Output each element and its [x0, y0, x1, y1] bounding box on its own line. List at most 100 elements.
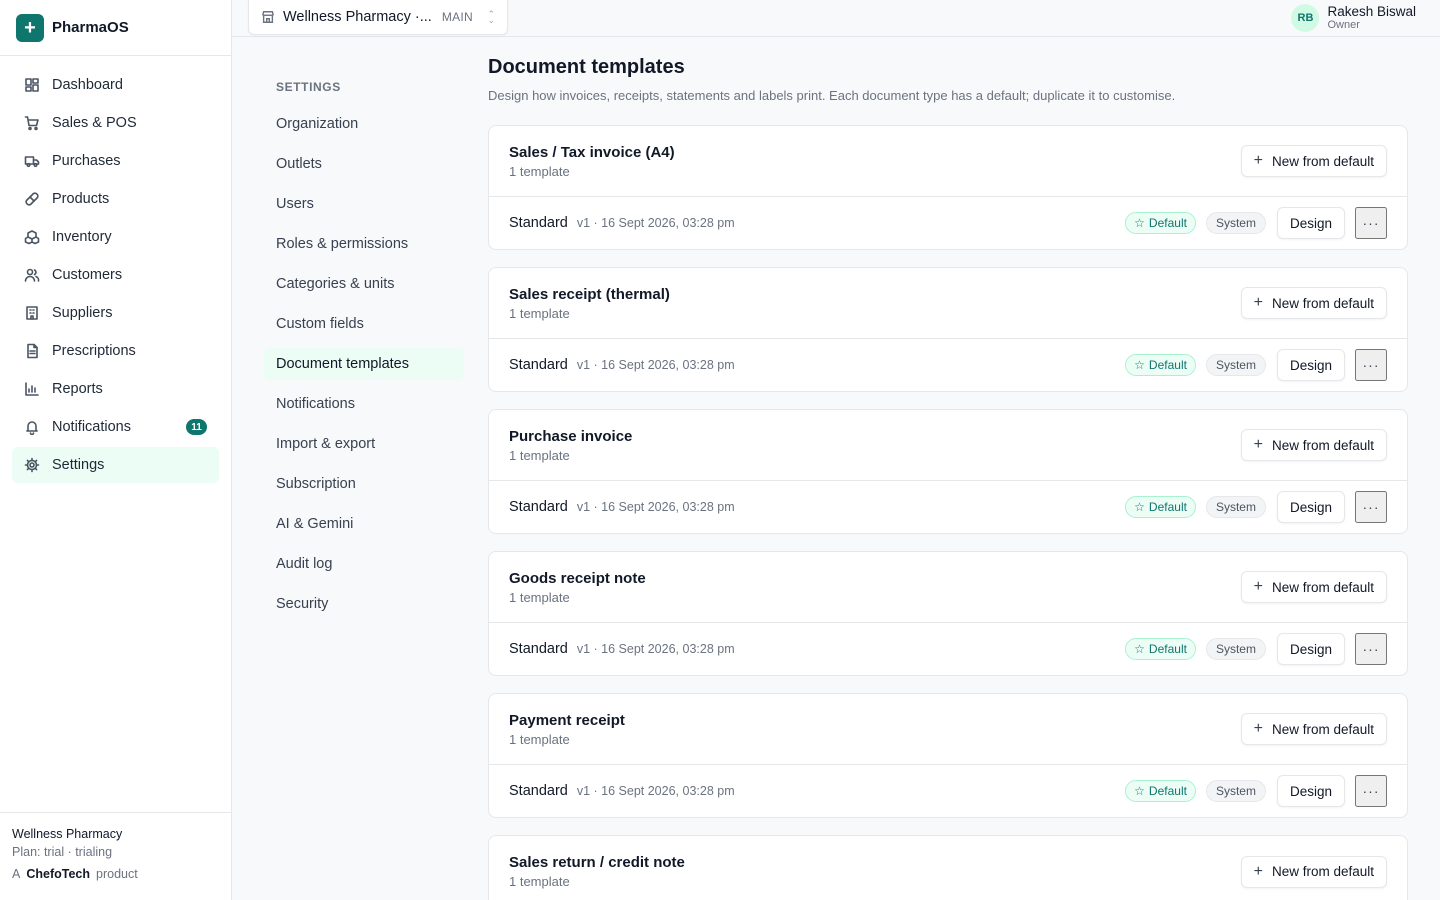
new-from-default-button[interactable]: + New from default [1240, 571, 1387, 603]
settings-item-document-templates[interactable]: Document templates [264, 348, 464, 380]
settings-item-users[interactable]: Users [264, 188, 464, 220]
settings-item-roles-permissions[interactable]: Roles & permissions [264, 228, 464, 260]
default-badge: ☆ Default [1125, 780, 1196, 802]
document-type-title: Goods receipt note [509, 569, 646, 587]
new-from-default-label: New from default [1271, 153, 1374, 169]
star-icon: ☆ [1134, 216, 1145, 230]
template-card: Sales receipt (thermal) 1 template + New fr… [488, 267, 1408, 392]
more-options-icon[interactable]: ··· [1355, 207, 1387, 239]
nav-item-suppliers[interactable]: Suppliers [12, 295, 219, 331]
template-name: Standard [509, 499, 568, 515]
more-options-icon[interactable]: ··· [1355, 775, 1387, 807]
design-button[interactable]: Design [1276, 207, 1345, 239]
nav-item-label: Notifications [52, 419, 131, 435]
nav-item-label: Dashboard [52, 77, 123, 93]
chevron-up-down-icon: ⌃ ⌄ [487, 9, 495, 25]
made-by-suffix: product [96, 867, 138, 881]
more-options-icon[interactable]: ··· [1355, 349, 1387, 381]
notification-count-badge: 11 [186, 419, 207, 435]
design-button[interactable]: Design [1276, 491, 1345, 523]
system-badge: System [1205, 354, 1266, 376]
template-row: Standard v1 · 16 Sept 2026, 03:28 pm ☆ Defa… [489, 623, 1407, 675]
default-badge-label: Default [1148, 642, 1187, 656]
new-from-default-button[interactable]: + New from default [1240, 713, 1387, 745]
design-button[interactable]: Design [1276, 349, 1345, 381]
nav-item-reports[interactable]: Reports [12, 371, 219, 407]
settings-item-audit-log[interactable]: Audit log [264, 548, 464, 580]
settings-item-subscription[interactable]: Subscription [264, 468, 464, 500]
new-from-default-button[interactable]: + New from default [1240, 429, 1387, 461]
card-titles: Sales return / credit note 1 template [509, 854, 685, 889]
avatar: RB [1291, 4, 1320, 32]
default-badge: ☆ Default [1125, 354, 1196, 376]
pill-icon [24, 191, 40, 207]
settings-item-notifications[interactable]: Notifications [264, 388, 464, 420]
more-options-icon[interactable]: ··· [1355, 633, 1387, 665]
plus-icon: + [1253, 152, 1263, 169]
nav-item-products[interactable]: Products [12, 181, 219, 217]
settings-item-custom-fields[interactable]: Custom fields [264, 308, 464, 340]
settings-item-ai-gemini[interactable]: AI & Gemini [264, 508, 464, 540]
star-icon: ☆ [1134, 784, 1145, 798]
nav-item-label: Reports [52, 381, 103, 397]
plus-icon: + [1253, 294, 1263, 311]
more-options-icon[interactable]: ··· [1355, 491, 1387, 523]
nav-item-label: Inventory [52, 229, 112, 245]
gear-icon [24, 457, 40, 473]
nav-item-label: Sales & POS [52, 115, 137, 131]
default-badge-label: Default [1148, 358, 1187, 372]
nav-item-notifications[interactable]: Notifications 11 [12, 409, 219, 445]
settings-item-outlets[interactable]: Outlets [264, 148, 464, 180]
nav-item-sales-pos[interactable]: Sales & POS [12, 105, 219, 141]
new-from-default-button[interactable]: + New from default [1240, 287, 1387, 319]
bar-chart-icon [24, 381, 40, 397]
design-button[interactable]: Design [1276, 633, 1345, 665]
nav-item-inventory[interactable]: Inventory [12, 219, 219, 255]
main-nav: Dashboard Sales & POS Purchases Products Inv… [0, 56, 231, 483]
template-name: Standard [509, 357, 568, 373]
sidebar: + PharmaOS Dashboard Sales & POS Purchases… [0, 0, 232, 900]
new-from-default-button[interactable]: + New from default [1240, 855, 1387, 888]
file-icon [24, 343, 40, 359]
nav-item-purchases[interactable]: Purchases [12, 143, 219, 179]
settings-item-organization[interactable]: Organization [264, 108, 464, 140]
brand[interactable]: + PharmaOS [0, 0, 231, 56]
settings-item-import-export[interactable]: Import & export [264, 428, 464, 460]
topbar: Wellness Pharmacy ·... MAIN ⌃ ⌄ RB Rakesh… [232, 0, 1440, 37]
user-menu[interactable]: RB Rakesh Biswal Owner [1291, 4, 1416, 32]
nav-item-settings[interactable]: Settings [12, 447, 219, 483]
card-header: Sales receipt (thermal) 1 template + New fr… [489, 268, 1407, 339]
system-badge: System [1205, 780, 1266, 802]
plus-icon: + [1253, 720, 1263, 737]
nav-item-label: Products [52, 191, 110, 207]
default-badge-label: Default [1148, 216, 1187, 230]
nav-item-dashboard[interactable]: Dashboard [12, 67, 219, 103]
document-type-title: Sales / Tax invoice (A4) [509, 143, 675, 161]
nav-item-customers[interactable]: Customers [12, 257, 219, 293]
nav-item-label: Suppliers [52, 305, 113, 321]
outlet-switcher[interactable]: Wellness Pharmacy ·... MAIN ⌃ ⌄ [248, 0, 508, 35]
template-count: 1 template [509, 589, 570, 605]
settings-item-security[interactable]: Security [264, 588, 464, 620]
building-icon [24, 305, 40, 321]
brand-logo-icon: + [16, 13, 44, 42]
template-row: Standard v1 · 16 Sept 2026, 03:28 pm ☆ Defa… [489, 339, 1407, 391]
nav-item-prescriptions[interactable]: Prescriptions [12, 333, 219, 369]
user-name: Rakesh Biswal [1327, 4, 1416, 19]
bell-icon [24, 419, 40, 435]
template-name: Standard [509, 215, 568, 231]
org-name: Wellness Pharmacy [12, 827, 123, 841]
new-from-default-button[interactable]: + New from default [1240, 145, 1387, 177]
system-badge: System [1205, 638, 1266, 660]
company-name[interactable]: ChefoTech [26, 867, 90, 881]
card-header: Payment receipt 1 template + New from defau… [489, 694, 1407, 765]
settings-item-categories-units[interactable]: Categories & units [264, 268, 464, 300]
card-header: Goods receipt note 1 template + New from de… [489, 552, 1407, 623]
template-card: Payment receipt 1 template + New from defau… [488, 693, 1408, 818]
settings-heading: SETTINGS [276, 80, 341, 94]
template-count: 1 template [509, 731, 570, 747]
nav-item-label: Purchases [52, 153, 121, 169]
design-button[interactable]: Design [1276, 775, 1345, 807]
nav-item-label: Prescriptions [52, 343, 136, 359]
new-from-default-label: New from default [1271, 437, 1374, 453]
